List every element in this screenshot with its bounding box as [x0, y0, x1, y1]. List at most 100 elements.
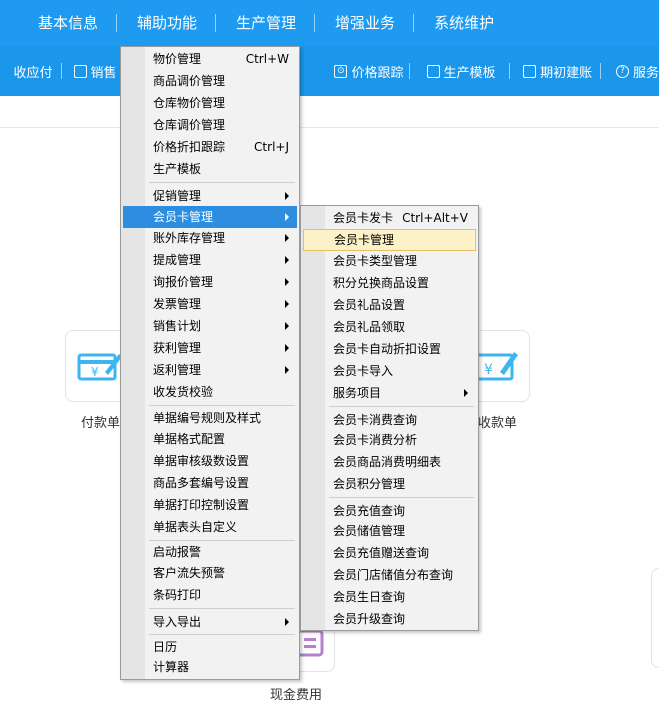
menu-item-calendar[interactable]: 日历 [123, 636, 297, 658]
menu-item-label: 销售计划 [153, 319, 202, 333]
menu-item-label: 会员充值查询 [333, 504, 406, 518]
menu-item-warehouse-price-adjust[interactable]: 仓库调价管理 [123, 114, 297, 136]
menu-item-label: 会员卡管理 [334, 233, 395, 247]
book-icon [523, 64, 537, 78]
top-menu-production[interactable]: 生产管理 [216, 0, 314, 46]
menu-item-label: 价格折扣跟踪 [153, 140, 226, 154]
menu-item-startup-alarm[interactable]: 启动报警 [123, 541, 297, 563]
menu-item-doc-print-control[interactable]: 单据打印控制设置 [123, 494, 297, 516]
submenu-arrow-icon [285, 366, 289, 374]
menu-item-profit[interactable]: 获利管理 [123, 337, 297, 359]
menu-item-doc-approval-levels[interactable]: 单据审核级数设置 [123, 450, 297, 472]
menu-item-quotation[interactable]: 询报价管理 [123, 271, 297, 293]
menu-item-label: 会员充值赠送查询 [333, 546, 430, 560]
toolbar-price-track-label: 价格跟踪 [351, 65, 404, 81]
menu-item-product-multi-code[interactable]: 商品多套编号设置 [123, 472, 297, 494]
menu-item-doc-header-custom[interactable]: 单据表头自定义 [123, 516, 297, 538]
submenu-arrow-icon [285, 278, 289, 286]
menu-item-label: 仓库调价管理 [153, 118, 226, 132]
menu-item-barcode-print[interactable]: 条码打印 [123, 584, 297, 606]
toolbar: 收应付 销售 ⊙ 价格跟踪 生产模板 期初建账 ? 服务 [0, 46, 659, 96]
menu-item-sales-plan[interactable]: 销售计划 [123, 315, 297, 337]
submenu-item-card-type[interactable]: 会员卡类型管理 [303, 250, 476, 272]
toolbar-service-button[interactable]: ? 服务 [601, 46, 659, 96]
submenu-item-gift-claim[interactable]: 会员礼品领取 [303, 316, 476, 338]
submenu-arrow-icon [285, 322, 289, 330]
menu-item-warehouse-price[interactable]: 仓库物价管理 [123, 92, 297, 114]
menu-item-rebate[interactable]: 返利管理 [123, 359, 297, 381]
submenu-item-consumption-query[interactable]: 会员卡消费查询 [303, 409, 476, 431]
payment-card-label: 付款单 [81, 416, 121, 431]
menu-item-shortcut: Ctrl+J [254, 140, 289, 154]
top-menu-basic-info[interactable]: 基本信息 [0, 0, 116, 46]
menu-item-calculator[interactable]: 计算器 [123, 656, 297, 678]
submenu-item-recharge-bonus-query[interactable]: 会员充值赠送查询 [303, 542, 476, 564]
submenu-item-upgrade-query[interactable]: 会员升级查询 [303, 608, 476, 630]
menu-item-label: 商品多套编号设置 [153, 476, 250, 490]
menu-item-off-book-inventory[interactable]: 账外库存管理 [123, 227, 297, 249]
toolbar-production-template-button[interactable]: 生产模板 [410, 46, 510, 96]
top-menu-aux-functions[interactable]: 辅助功能 [117, 0, 215, 46]
menu-item-shortcut: Ctrl+W [245, 52, 289, 66]
receipt-icon: ¥ [474, 352, 518, 381]
menu-separator [149, 634, 295, 635]
submenu-arrow-icon [285, 213, 289, 221]
menu-item-label: 客户流失预警 [153, 566, 226, 580]
toolbar-opening-books-button[interactable]: 期初建账 [510, 46, 600, 96]
menu-item-label: 导入导出 [153, 615, 202, 629]
menu-item-promotion[interactable]: 促销管理 [123, 185, 297, 207]
submenu-item-gift-settings[interactable]: 会员礼品设置 [303, 294, 476, 316]
submenu-item-birthday-query[interactable]: 会员生日查询 [303, 586, 476, 608]
menu-item-product-price-adjust[interactable]: 商品调价管理 [123, 70, 297, 92]
menu-item-label: 会员礼品设置 [333, 298, 406, 312]
menu-item-label: 询报价管理 [153, 275, 214, 289]
menu-item-label: 单据格式配置 [153, 432, 226, 446]
menu-item-price-management[interactable]: 物价管理 Ctrl+W [123, 48, 297, 70]
submenu-item-auto-discount[interactable]: 会员卡自动折扣设置 [303, 338, 476, 360]
menu-item-label: 会员卡自动折扣设置 [333, 342, 442, 356]
menu-item-label: 条码打印 [153, 588, 202, 602]
submenu-item-card-issue[interactable]: 会员卡发卡 Ctrl+Alt+V [303, 207, 476, 229]
toolbar-receivable-button[interactable]: 收应付 [0, 46, 61, 96]
menu-item-label: 物价管理 [153, 52, 202, 66]
menu-item-import-export[interactable]: 导入导出 [123, 611, 297, 633]
submenu-arrow-icon [285, 192, 289, 200]
menu-separator [329, 497, 474, 498]
menu-item-label: 返利管理 [153, 363, 202, 377]
menu-item-label: 提成管理 [153, 253, 202, 267]
content-divider [0, 127, 659, 128]
menu-item-label: 生产模板 [153, 162, 202, 176]
menu-item-shipping-check[interactable]: 收发货校验 [123, 381, 297, 403]
submenu-item-stored-value[interactable]: 会员储值管理 [303, 520, 476, 542]
dropdown-menu-member-card: 会员卡发卡 Ctrl+Alt+V 会员卡管理 会员卡类型管理 积分兑换商品设置 … [300, 205, 479, 631]
submenu-item-store-value-distribution[interactable]: 会员门店储值分布查询 [303, 564, 476, 586]
top-menu-enhanced-business[interactable]: 增强业务 [315, 0, 413, 46]
submenu-item-product-consumption-detail[interactable]: 会员商品消费明细表 [303, 451, 476, 473]
menu-item-label: 会员生日查询 [333, 590, 406, 604]
menu-item-customer-churn-alert[interactable]: 客户流失预警 [123, 562, 297, 584]
submenu-item-card-management[interactable]: 会员卡管理 [303, 229, 476, 251]
menu-item-commission[interactable]: 提成管理 [123, 249, 297, 271]
submenu-item-service-items[interactable]: 服务项目 [303, 382, 476, 404]
submenu-item-recharge-query[interactable]: 会员充值查询 [303, 500, 476, 522]
menu-item-discount-tracking[interactable]: 价格折扣跟踪 Ctrl+J [123, 136, 297, 158]
submenu-item-consumption-analysis[interactable]: 会员卡消费分析 [303, 429, 476, 451]
payment-icon: ¥ [77, 353, 122, 381]
partial-card[interactable] [651, 568, 659, 668]
menu-item-invoice[interactable]: 发票管理 [123, 293, 297, 315]
menu-item-label: 积分兑换商品设置 [333, 276, 430, 290]
toolbar-sales-label: 销售 [90, 65, 117, 81]
menu-item-doc-format[interactable]: 单据格式配置 [123, 428, 297, 450]
top-menu-system-maintenance[interactable]: 系统维护 [414, 0, 512, 46]
submenu-item-card-import[interactable]: 会员卡导入 [303, 360, 476, 382]
submenu-arrow-icon [285, 234, 289, 242]
menu-item-member-card[interactable]: 会员卡管理 [123, 206, 297, 228]
menu-item-production-template[interactable]: 生产模板 [123, 158, 297, 180]
submenu-item-points-management[interactable]: 会员积分管理 [303, 473, 476, 495]
menu-item-doc-number-rules[interactable]: 单据编号规则及样式 [123, 407, 297, 429]
toolbar-price-track-button[interactable]: ⊙ 价格跟踪 [334, 46, 408, 96]
dropdown-menu-main: 物价管理 Ctrl+W 商品调价管理 仓库物价管理 仓库调价管理 价格折扣跟踪 … [120, 46, 300, 680]
submenu-arrow-icon [285, 618, 289, 626]
submenu-item-points-exchange[interactable]: 积分兑换商品设置 [303, 272, 476, 294]
toolbar-sales-button[interactable]: 销售 [62, 46, 123, 96]
